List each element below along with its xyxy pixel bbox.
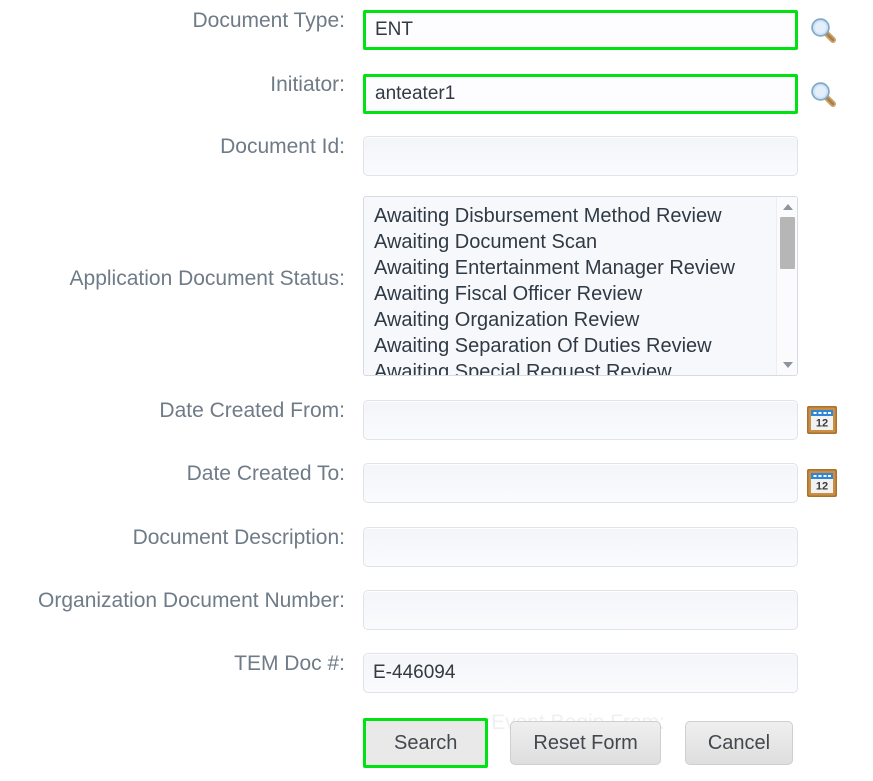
- list-item[interactable]: Awaiting Fiscal Officer Review: [374, 281, 776, 307]
- scrollbar-thumb[interactable]: [780, 217, 795, 269]
- field-cell-initiator: [363, 74, 836, 114]
- lookup-icon-document-type[interactable]: [810, 17, 836, 43]
- reset-form-button[interactable]: Reset Form: [510, 721, 661, 765]
- document-search-form: Document Type: Initiator:: [0, 0, 873, 781]
- scroll-up-arrow-icon[interactable]: [777, 199, 797, 215]
- document-id-input[interactable]: [363, 136, 798, 176]
- form-row-date-created-from: Date Created From: 12: [0, 400, 873, 440]
- listbox-options: Awaiting Disbursement Method Review Awai…: [364, 197, 776, 375]
- date-created-from-input[interactable]: [363, 400, 798, 440]
- list-item[interactable]: Awaiting Entertainment Manager Review: [374, 255, 776, 281]
- form-button-row: Search Reset Form Cancel: [363, 718, 794, 768]
- organization-document-number-input[interactable]: [363, 590, 798, 630]
- calendar-icon-date-created-from[interactable]: 12: [806, 404, 838, 436]
- form-row-tem-doc-number: TEM Doc #:: [0, 653, 873, 693]
- label-organization-document-number: Organization Document Number:: [38, 589, 345, 612]
- label-tem-doc-number: TEM Doc #:: [234, 652, 345, 675]
- lookup-icon-initiator[interactable]: [810, 81, 836, 107]
- list-item[interactable]: Awaiting Document Scan: [374, 229, 776, 255]
- svg-text:12: 12: [816, 418, 828, 430]
- document-description-input[interactable]: [363, 527, 798, 567]
- form-row-application-document-status: Application Document Status: Awaiting Di…: [0, 196, 873, 376]
- application-document-status-listbox[interactable]: Awaiting Disbursement Method Review Awai…: [363, 196, 798, 376]
- cancel-button[interactable]: Cancel: [684, 721, 794, 765]
- list-item[interactable]: Awaiting Disbursement Method Review: [374, 203, 776, 229]
- form-row-document-description: Document Description:: [0, 527, 873, 567]
- field-cell-date-created-to: 12: [363, 463, 837, 503]
- form-row-document-id: Document Id:: [0, 136, 873, 176]
- date-created-to-input[interactable]: [363, 463, 798, 503]
- form-row-organization-document-number: Organization Document Number:: [0, 590, 873, 630]
- field-cell-document-id: [363, 136, 798, 176]
- list-item[interactable]: Awaiting Special Request Review: [374, 359, 776, 375]
- search-button[interactable]: Search: [363, 718, 489, 768]
- label-document-id: Document Id:: [220, 135, 345, 158]
- initiator-input[interactable]: [363, 74, 798, 114]
- field-cell-document-type: [363, 10, 836, 50]
- scroll-down-arrow-icon[interactable]: [777, 357, 797, 373]
- label-document-description: Document Description:: [132, 526, 345, 549]
- field-cell-document-description: [363, 527, 798, 567]
- document-type-input[interactable]: [363, 10, 798, 50]
- form-row-document-type: Document Type:: [0, 10, 873, 50]
- field-cell-application-document-status: Awaiting Disbursement Method Review Awai…: [363, 196, 798, 376]
- form-row-date-created-to: Date Created To: 12: [0, 463, 873, 503]
- tem-doc-number-input[interactable]: [363, 653, 798, 693]
- label-date-created-to: Date Created To:: [186, 462, 345, 485]
- label-date-created-from: Date Created From:: [159, 399, 345, 422]
- label-initiator: Initiator:: [270, 73, 345, 96]
- field-cell-tem-doc-number: [363, 653, 798, 693]
- form-row-initiator: Initiator:: [0, 74, 873, 114]
- list-item[interactable]: Awaiting Separation Of Duties Review: [374, 333, 776, 359]
- list-item[interactable]: Awaiting Organization Review: [374, 307, 776, 333]
- label-application-document-status: Application Document Status:: [69, 267, 345, 290]
- field-cell-organization-document-number: [363, 590, 798, 630]
- label-document-type: Document Type:: [192, 9, 345, 32]
- svg-text:12: 12: [816, 481, 828, 493]
- listbox-scrollbar[interactable]: [776, 197, 797, 375]
- calendar-icon-date-created-to[interactable]: 12: [806, 467, 838, 499]
- field-cell-date-created-from: 12: [363, 400, 837, 440]
